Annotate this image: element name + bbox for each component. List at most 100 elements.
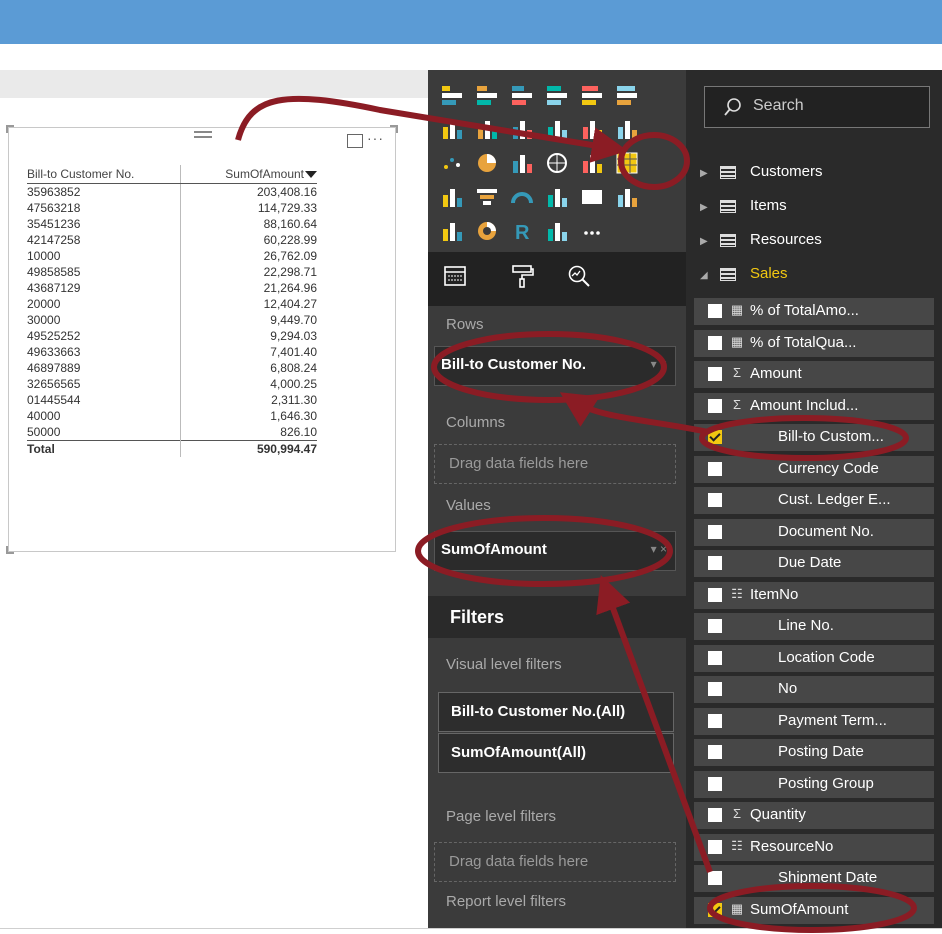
r-visual-icon[interactable]: R: [510, 219, 534, 243]
field-checkbox[interactable]: [708, 839, 722, 854]
field-checkbox[interactable]: [708, 367, 722, 381]
page-filters-drop-zone[interactable]: Drag data fields here: [434, 842, 676, 882]
field-item[interactable]: Shipment Date: [694, 865, 934, 892]
table-icon[interactable]: [580, 151, 604, 175]
field-checkbox[interactable]: [708, 745, 722, 759]
field-item[interactable]: Posting Date: [694, 739, 934, 766]
expand-arrow-icon[interactable]: ▶: [700, 202, 714, 213]
drag-grip-icon[interactable]: [194, 128, 212, 138]
field-checkbox[interactable]: [708, 335, 722, 350]
stacked-bar-icon[interactable]: [440, 83, 464, 107]
field-checkbox[interactable]: [708, 398, 722, 413]
table-node[interactable]: ▶ Items: [700, 197, 787, 214]
matrix-icon[interactable]: [615, 151, 639, 175]
field-checkbox[interactable]: [708, 493, 722, 507]
values-field-well[interactable]: SumOfAmount ▾ ×: [434, 531, 676, 571]
field-item[interactable]: Posting Group: [694, 770, 934, 798]
field-checkbox[interactable]: [708, 871, 722, 885]
field-item[interactable]: ☷ ItemNo: [694, 581, 934, 609]
card-icon[interactable]: [580, 185, 604, 209]
table-node-open[interactable]: ◢ Sales: [700, 265, 788, 282]
pie-chart-icon[interactable]: [475, 151, 499, 175]
field-checkbox[interactable]: [708, 713, 722, 728]
field-checkbox[interactable]: [708, 650, 722, 665]
search-input[interactable]: Search: [704, 86, 930, 128]
field-item[interactable]: Σ Quantity: [694, 802, 934, 829]
sort-desc-icon[interactable]: [305, 171, 317, 179]
more-options-icon[interactable]: ···: [367, 130, 384, 146]
field-item[interactable]: No: [694, 676, 934, 703]
field-item[interactable]: Bill-to Custom...: [694, 424, 934, 451]
table-node[interactable]: ▶ Customers: [700, 163, 823, 180]
field-item[interactable]: Due Date: [694, 550, 934, 577]
more-visuals-icon[interactable]: [580, 219, 604, 243]
slicer-icon[interactable]: [440, 219, 464, 243]
remove-field-icon[interactable]: ▾ ×: [651, 357, 667, 371]
analytics-magnifier-icon[interactable]: [566, 263, 592, 289]
field-checkbox[interactable]: [708, 682, 722, 696]
line-chart-icon[interactable]: [440, 117, 464, 141]
ribbon-chart-icon[interactable]: [615, 117, 639, 141]
field-checkbox[interactable]: [708, 556, 722, 570]
shape-map-icon[interactable]: [545, 219, 569, 243]
format-paint-roller-icon[interactable]: [509, 263, 535, 289]
line-clustered-icon[interactable]: [580, 117, 604, 141]
scatter-icon[interactable]: [440, 151, 464, 175]
table-visual[interactable]: ··· Bill-to Customer No. SumOfAmount 359…: [6, 125, 398, 554]
field-checkbox[interactable]: [708, 902, 722, 917]
column-header-customer[interactable]: Bill-to Customer No.: [27, 165, 181, 184]
resize-handle[interactable]: [390, 125, 398, 133]
field-item[interactable]: ▦ % of TotalAmo...: [694, 298, 934, 325]
stacked-area-icon[interactable]: [510, 117, 534, 141]
field-item[interactable]: Location Code: [694, 644, 934, 672]
field-item[interactable]: ☷ ResourceNo: [694, 833, 934, 861]
expand-arrow-icon[interactable]: ▶: [700, 236, 714, 247]
stacked-column-icon[interactable]: [475, 83, 499, 107]
treemap-icon[interactable]: [510, 151, 534, 175]
filled-map-icon[interactable]: [440, 185, 464, 209]
field-item[interactable]: Payment Term...: [694, 707, 934, 735]
field-checkbox[interactable]: [708, 430, 722, 444]
kpi-icon[interactable]: [615, 185, 639, 209]
field-checkbox[interactable]: [708, 461, 722, 476]
field-item[interactable]: Document No.: [694, 518, 934, 546]
filter-card-amount[interactable]: SumOfAmount(All): [438, 733, 674, 773]
clustered-column-icon[interactable]: [545, 83, 569, 107]
collapse-arrow-icon[interactable]: ◢: [700, 270, 714, 281]
remove-field-icon[interactable]: ▾ ×: [651, 542, 667, 556]
clustered-bar-icon[interactable]: [510, 83, 534, 107]
field-item[interactable]: ▦ SumOfAmount: [694, 896, 934, 924]
table-node[interactable]: ▶ Resources: [700, 231, 822, 248]
field-item[interactable]: Σ Amount Includ...: [694, 392, 934, 420]
fields-tab-icon[interactable]: [442, 263, 468, 289]
filter-card-customer[interactable]: Bill-to Customer No.(All): [438, 692, 674, 732]
field-item[interactable]: ▦ % of TotalQua...: [694, 329, 934, 357]
rows-field-well[interactable]: Bill-to Customer No. ▾ ×: [434, 346, 676, 386]
funnel-icon[interactable]: [475, 185, 499, 209]
globe-map-icon[interactable]: [545, 151, 569, 175]
donut-icon[interactable]: [475, 219, 499, 243]
table-row: 40000 1,646.30: [27, 408, 317, 424]
field-item[interactable]: Cust. Ledger E...: [694, 487, 934, 514]
column-header-amount[interactable]: SumOfAmount: [180, 165, 317, 184]
columns-drop-zone[interactable]: Drag data fields here: [434, 444, 676, 484]
field-item[interactable]: Currency Code: [694, 455, 934, 483]
field-checkbox[interactable]: [708, 619, 722, 633]
resize-handle[interactable]: [6, 125, 14, 133]
100-column-icon[interactable]: [615, 83, 639, 107]
field-item[interactable]: Σ Amount: [694, 361, 934, 388]
field-checkbox[interactable]: [708, 776, 722, 791]
100-bar-icon[interactable]: [580, 83, 604, 107]
field-checkbox[interactable]: [708, 808, 722, 822]
field-checkbox[interactable]: [708, 524, 722, 539]
multi-row-card-icon[interactable]: [545, 185, 569, 209]
line-column-icon[interactable]: [545, 117, 569, 141]
field-item[interactable]: Line No.: [694, 613, 934, 640]
field-checkbox[interactable]: [708, 304, 722, 318]
field-checkbox[interactable]: [708, 587, 722, 602]
expand-arrow-icon[interactable]: ▶: [700, 168, 714, 179]
resize-handle[interactable]: [6, 546, 14, 554]
focus-mode-icon[interactable]: [347, 134, 363, 148]
gauge-icon[interactable]: [510, 185, 534, 209]
area-chart-icon[interactable]: [475, 117, 499, 141]
